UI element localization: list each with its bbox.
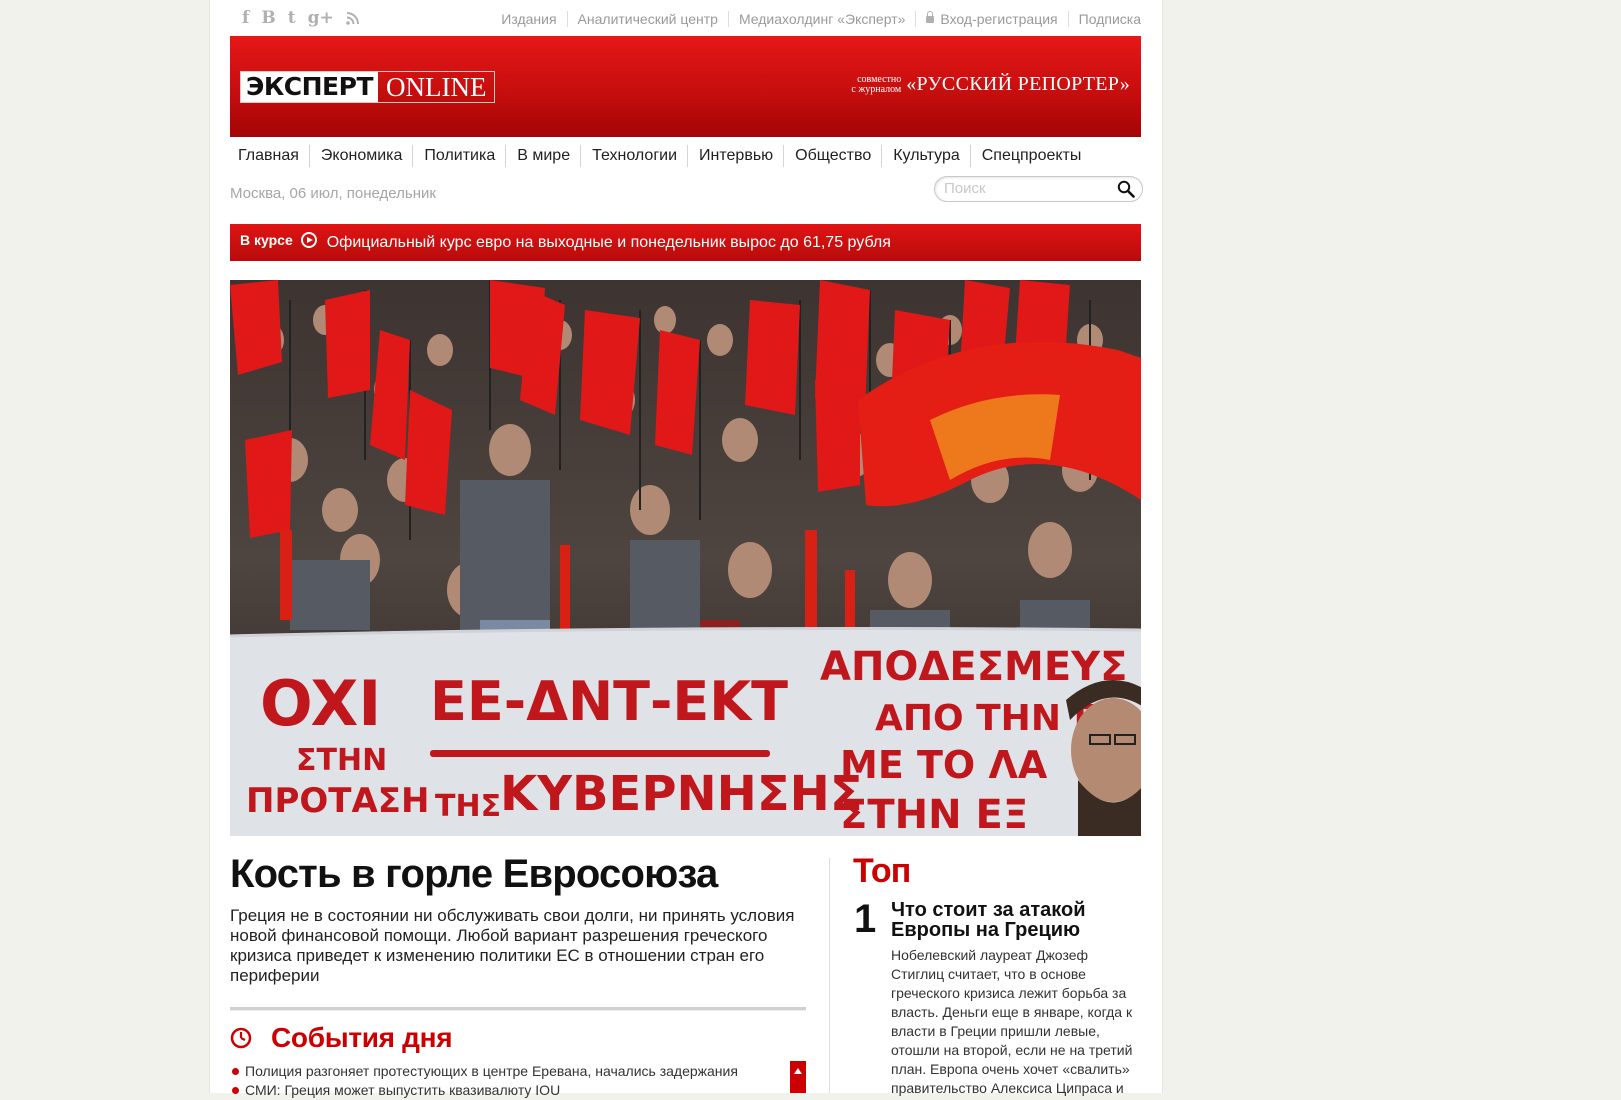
banner-me-to: ΜΕ ΤΟ ΛΑ — [840, 743, 1048, 787]
google-plus-icon[interactable]: g+ — [308, 8, 334, 28]
twitter-icon[interactable]: t — [288, 8, 296, 28]
clock-icon — [230, 1027, 252, 1049]
main-nav: Главная Экономика Политика В мире Технол… — [230, 145, 1091, 167]
lead-article: Кость в горле Евросоюза Греция не в сост… — [230, 850, 810, 986]
current-date: Москва, 06 июл, понедельник — [230, 185, 436, 202]
banner-oxi: OXI — [260, 667, 381, 740]
logo-suffix: ONLINE — [386, 72, 487, 102]
article-headline[interactable]: Кость в горле Евросоюза — [230, 850, 810, 898]
partner-caption: совместно с журналом — [851, 73, 902, 95]
events-header: События дня — [230, 1022, 453, 1054]
banner-apo-tin: ΑΠΟ ΤΗΝ Ε — [875, 698, 1098, 739]
top-item-number: 1 — [854, 897, 877, 941]
partner-caption-line1: совместно — [857, 73, 902, 85]
banner-protasi: ΠΡΟΤΑΣΗ — [246, 781, 429, 821]
site-logo[interactable]: ЭКСПЕРТ ONLINE — [240, 71, 495, 103]
logo-main: ЭКСПЕРТ — [241, 72, 379, 102]
page-container: f B t g+ Издания Аналитический центр Мед… — [209, 0, 1163, 1098]
login-label: Вход-регистрация — [940, 11, 1058, 27]
section-divider — [230, 1007, 806, 1011]
search-icon[interactable] — [1117, 180, 1135, 198]
link-analytics-center[interactable]: Аналитический центр — [566, 11, 728, 27]
news-ticker: В курсе Официальный курс евро на выходны… — [230, 224, 1141, 261]
banner-apodesmeys: ΑΠΟΔΕΣΜΕΥΣ — [820, 644, 1127, 690]
facebook-icon[interactable]: f — [242, 8, 249, 28]
link-publications[interactable]: Издания — [491, 11, 566, 27]
top-item-headline[interactable]: Что стоит за атакой Европы на Грецию — [891, 900, 1141, 940]
social-links: f B t g+ — [242, 8, 359, 28]
nav-item-main[interactable]: Главная — [230, 145, 309, 167]
scroll-up-button[interactable] — [790, 1061, 806, 1093]
list-item[interactable]: Полиция разгоняет протестующих в центре … — [230, 1062, 790, 1081]
top-section-title: Топ — [853, 852, 911, 890]
arrow-right-circle-icon[interactable] — [300, 231, 317, 248]
banner-tis: ΤΗΣ — [435, 789, 501, 824]
site-header: ЭКСПЕРТ ONLINE совместно с журналом «РУС… — [230, 36, 1141, 137]
banner-kyvernisis: ΚΥΒΕΡΝΗΣΗΣ — [500, 766, 863, 822]
nav-item-technology[interactable]: Технологии — [580, 145, 687, 167]
partner-name: «РУССКИЙ РЕПОРТЕР» — [906, 73, 1130, 95]
top-item-description: Нобелевский лауреат Джозеф Стиглиц счита… — [891, 947, 1133, 1096]
nav-item-society[interactable]: Общество — [783, 145, 881, 167]
events-title: События дня — [271, 1022, 453, 1053]
partner-link[interactable]: совместно с журналом «РУССКИЙ РЕПОРТЕР» — [851, 73, 1130, 96]
partner-caption-line2: с журналом — [851, 83, 902, 95]
lock-icon — [926, 11, 935, 23]
nav-item-economy[interactable]: Экономика — [308, 145, 413, 167]
banner-stin-ex: ΣΤΗΝ ΕΞ — [840, 792, 1028, 836]
hero-image[interactable]: OXI ΣΤΗΝ ΠΡΟΤΑΣΗ ΕΕ-ΔΝΤ-ΕΚΤ ΤΗΣ ΚΥΒΕΡΝΗΣ… — [230, 280, 1141, 836]
events-list: Полиция разгоняет протестующих в центре … — [230, 1062, 790, 1100]
nav-item-politics[interactable]: Политика — [412, 145, 505, 167]
nav-item-interview[interactable]: Интервью — [687, 145, 783, 167]
link-subscribe[interactable]: Подписка — [1067, 11, 1141, 27]
top-links: Издания Аналитический центр Медиахолдинг… — [491, 11, 1141, 27]
banner-ee-dnt-ekt: ΕΕ-ΔΝΤ-ΕΚΤ — [430, 670, 788, 733]
list-item[interactable]: СМИ: Греция может выпустить квазивалюту … — [230, 1081, 790, 1100]
nav-item-culture[interactable]: Культура — [881, 145, 970, 167]
top-bar: f B t g+ Издания Аналитический центр Мед… — [230, 0, 1141, 36]
protest-photo: OXI ΣΤΗΝ ΠΡΟΤΑΣΗ ΕΕ-ΔΝΤ-ΕΚΤ ΤΗΣ ΚΥΒΕΡΝΗΣ… — [230, 280, 1141, 836]
search-box — [934, 176, 1143, 202]
search-input[interactable] — [944, 180, 1104, 197]
link-media-holding[interactable]: Медиахолдинг «Эксперт» — [727, 11, 915, 27]
vkontakte-icon[interactable]: B — [261, 8, 275, 28]
link-login[interactable]: Вход-регистрация — [915, 11, 1067, 27]
banner-stin: ΣΤΗΝ — [296, 743, 387, 778]
nav-item-special-projects[interactable]: Спецпроекты — [969, 145, 1092, 167]
article-lead: Греция не в состоянии ни обслуживать сво… — [230, 906, 795, 985]
nav-item-world[interactable]: В мире — [505, 145, 580, 167]
rss-icon[interactable] — [345, 11, 359, 25]
ticker-headline[interactable]: Официальный курс евро на выходные и поне… — [327, 234, 891, 252]
ticker-label: В курсе — [240, 231, 293, 248]
column-divider — [829, 858, 830, 1093]
